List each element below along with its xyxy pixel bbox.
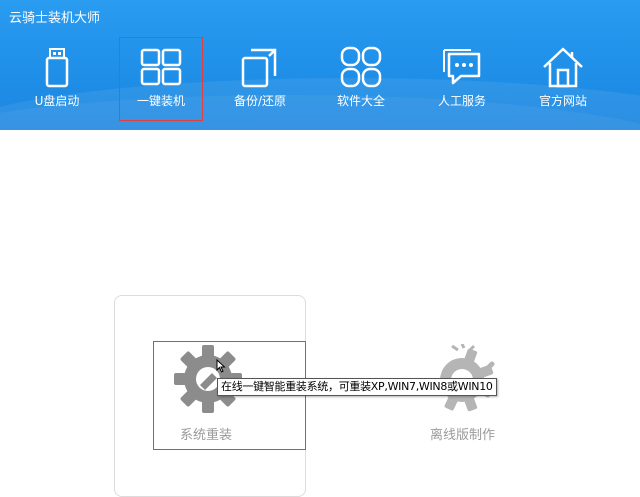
mouse-cursor-icon [216, 359, 226, 373]
nav-label: U盘启动 [34, 94, 80, 108]
backup-restore-icon [241, 48, 277, 88]
chat-bubble-icon [443, 49, 481, 85]
usb-drive-icon [45, 48, 69, 88]
nav-label: 软件大全 [336, 94, 385, 108]
app-grid-icon [340, 46, 382, 88]
nav-software[interactable]: 软件大全 [320, 38, 402, 120]
windows-logo-icon [140, 48, 182, 86]
nav-one-click-install[interactable]: 一键装机 [119, 37, 203, 121]
app-title: 云骑士装机大师 [9, 11, 101, 26]
nav-customer-service[interactable]: 人工服务 [421, 38, 503, 120]
offline-version-label[interactable]: 离线版制作 [430, 424, 495, 443]
nav-label: 一键装机 [136, 94, 185, 108]
nav-label: 备份/还原 [233, 94, 287, 108]
app-header: 云骑士装机大师 U盘启动 一键装机 备份/还原 软件大全 人工服务 官方网站 [0, 0, 640, 130]
home-icon [543, 47, 583, 88]
nav-backup-restore[interactable]: 备份/还原 [219, 38, 301, 120]
tooltip: 在线一键智能重装系统，可重装XP,WIN7,WIN8或WIN10 [217, 378, 497, 396]
nav-official-site[interactable]: 官方网站 [522, 38, 604, 120]
nav-label: 人工服务 [437, 94, 486, 108]
nav-label: 官方网站 [538, 94, 587, 108]
nav-usb-boot[interactable]: U盘启动 [16, 38, 98, 120]
